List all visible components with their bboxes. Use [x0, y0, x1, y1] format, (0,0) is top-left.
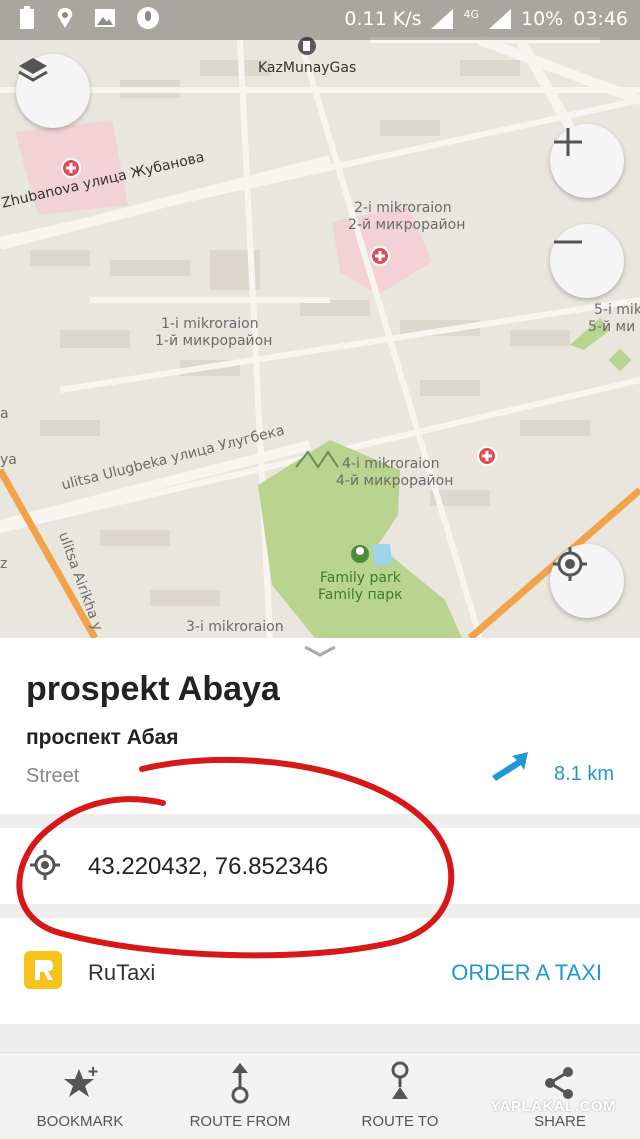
clock: 03:46 [573, 8, 628, 30]
battery-percent: 10% [521, 8, 564, 30]
share-label: SHARE [534, 1113, 586, 1130]
layers-button[interactable] [16, 54, 90, 128]
location-pin-icon [57, 8, 73, 28]
bookmark-button[interactable]: BOOKMARK [0, 1053, 160, 1139]
status-bar: 0.11 K/s 4G 10% 03:46 [0, 0, 640, 40]
watermark: YAPLAKAL.COM [490, 1098, 616, 1115]
my-location-button[interactable] [550, 544, 624, 618]
layers-icon [18, 58, 48, 82]
edge-label-a: a [0, 406, 9, 422]
district-label-1-latin: 1-i mikroraion [161, 316, 259, 332]
route-from-label: ROUTE FROM [189, 1113, 291, 1130]
network-speed: 0.11 K/s [344, 8, 422, 30]
edge-label-ya: ya [0, 452, 17, 468]
district-label-1-cyr: 1-й микрорайон [155, 333, 273, 349]
park-label-cyr: Family парк [318, 587, 403, 603]
bookmark-label: BOOKMARK [36, 1113, 124, 1130]
district-label-4-cyr: 4-й микрорайон [336, 473, 454, 489]
plus-icon [554, 128, 582, 156]
district-label-3-latin: 3-i mikroraion [186, 619, 284, 635]
zoom-out-button[interactable] [550, 224, 624, 298]
district-label-5-cyr: 5-й ми [588, 319, 636, 335]
share-button[interactable]: SHARE [480, 1053, 640, 1139]
zoom-in-button[interactable] [550, 124, 624, 198]
route-to-icon [391, 1061, 409, 1099]
map-view[interactable]: KazMunayGas Zhubanova улица Жубанова 2-i… [0, 0, 640, 638]
map-canvas [0, 0, 640, 638]
network-type: 4G [463, 7, 479, 21]
district-label-5-latin: 5-i mikr [594, 302, 640, 318]
route-from-button[interactable]: ROUTE FROM [160, 1053, 320, 1139]
district-label-2-cyr: 2-й микрорайон [348, 217, 466, 233]
minus-icon [554, 240, 582, 244]
battery-plus-icon [20, 6, 34, 29]
signal-icon [431, 9, 454, 29]
gas-station-label: KazMunayGas [258, 60, 357, 76]
route-to-button[interactable]: ROUTE TO [320, 1053, 480, 1139]
microphone-icon [137, 7, 159, 29]
edge-label-z: z [0, 556, 8, 572]
star-plus-icon [64, 1067, 98, 1097]
share-icon [545, 1067, 573, 1099]
route-to-label: ROUTE TO [361, 1113, 439, 1130]
park-label-latin: Family park [320, 570, 401, 586]
image-icon [95, 9, 115, 27]
district-label-4-latin: 4-i mikroraion [342, 456, 440, 472]
signal-icon-2 [489, 9, 511, 29]
district-label-2-latin: 2-i mikroraion [354, 200, 452, 216]
route-from-icon [231, 1063, 249, 1104]
crosshair-icon [553, 547, 587, 581]
bottom-action-bar: BOOKMARK ROUTE FROM ROUTE TO SHARE [0, 1052, 640, 1139]
